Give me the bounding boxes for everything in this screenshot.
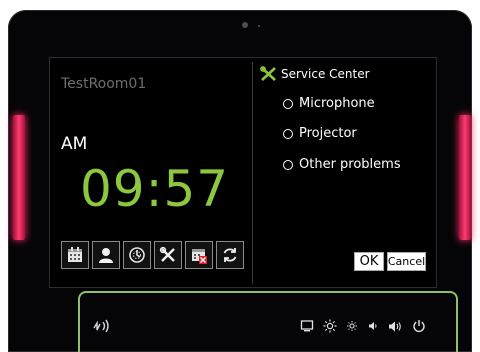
power-icon [413, 320, 425, 333]
timer-icon [129, 247, 145, 263]
camera-icon [242, 22, 248, 28]
brightness-up-button[interactable] [323, 319, 337, 333]
panel-divider [252, 62, 253, 284]
led-bar-left [13, 115, 25, 240]
option-other-problems[interactable]: Other problems [283, 157, 401, 172]
toolbar [61, 241, 244, 269]
nfc-icon [92, 318, 112, 338]
option-label: Projector [299, 126, 357, 141]
option-projector[interactable]: Projector [283, 126, 357, 141]
option-label: Microphone [299, 96, 375, 111]
cancel-booking-button[interactable] [185, 241, 213, 269]
user-icon [99, 248, 113, 263]
led-bar-right [459, 115, 471, 240]
tools-icon [159, 246, 175, 262]
brightness-up-icon [323, 319, 337, 333]
option-microphone[interactable]: Microphone [283, 96, 375, 111]
calendar-cancel-icon [192, 249, 207, 264]
refresh-icon [223, 248, 237, 262]
user-button[interactable] [92, 241, 120, 269]
volume-down-icon [369, 322, 377, 330]
display-icon [300, 320, 314, 332]
display-button[interactable] [300, 319, 314, 333]
volume-up-button[interactable] [388, 320, 403, 333]
tools-button[interactable] [154, 241, 182, 269]
calendar-button[interactable] [61, 241, 89, 269]
brightness-down-button[interactable] [346, 320, 358, 332]
tools-icon [260, 66, 276, 81]
sensor-dot [258, 25, 260, 27]
power-button[interactable] [412, 319, 426, 333]
calendar-icon [68, 247, 82, 262]
volume-up-icon [389, 321, 401, 331]
clock-time: 09:57 [80, 160, 230, 218]
refresh-button[interactable] [216, 241, 244, 269]
service-center-title: Service Center [281, 67, 370, 81]
brightness-down-icon [347, 321, 357, 331]
system-controls [300, 319, 426, 333]
radio-button[interactable] [283, 128, 293, 139]
timer-button[interactable] [123, 241, 151, 269]
room-name: TestRoom01 [61, 76, 147, 92]
option-label: Other problems [299, 157, 401, 172]
radio-button[interactable] [283, 98, 293, 109]
radio-button[interactable] [283, 159, 293, 170]
cancel-button[interactable]: Cancel [387, 252, 426, 271]
volume-down-button[interactable] [367, 320, 379, 332]
service-center-header: Service Center [260, 66, 370, 82]
ok-button[interactable]: OK [354, 252, 384, 271]
am-pm-label: AM [61, 134, 88, 154]
